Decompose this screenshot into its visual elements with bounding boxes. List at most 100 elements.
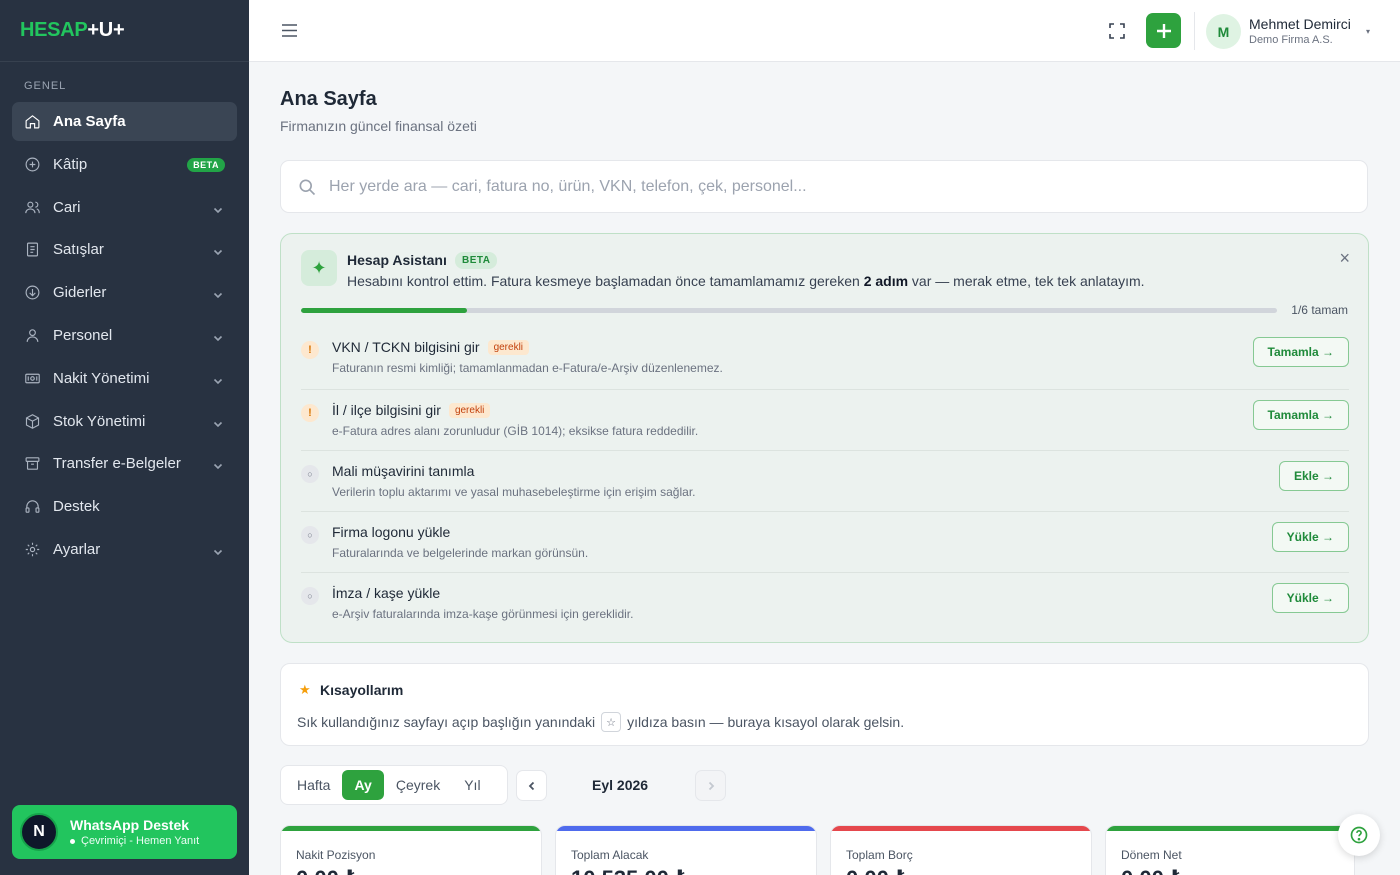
chevron-down-icon [213, 287, 223, 299]
user-company: Demo Firma A.S. [1249, 34, 1333, 46]
archive-icon [24, 455, 41, 472]
task-description: Faturalarında ve belgelerinde markan gör… [332, 546, 589, 560]
sidebar-item-label: Nakit Yönetimi [53, 369, 150, 387]
task-description: e-Fatura adres alanı zorunludur (GİB 101… [332, 424, 699, 438]
shortcuts-description: Sık kullandığınız sayfayı açıp başlığın … [297, 712, 904, 732]
page-subtitle: Firmanızın güncel finansal özeti [280, 118, 477, 134]
sidebar-item-cari[interactable]: Cari [12, 188, 237, 227]
user-menu-caret-icon[interactable]: ▾ [1366, 27, 1370, 36]
user-icon [24, 327, 41, 344]
period-option-yil[interactable]: Yıl [452, 770, 492, 800]
task-description: e-Arşiv faturalarında imza-kaşe görünmes… [332, 607, 634, 621]
task-title-text: İmza / kaşe yükle [332, 585, 441, 601]
pending-circle-icon: ○ [301, 587, 319, 605]
plus-icon [1156, 23, 1171, 38]
required-tag: gerekli [487, 339, 530, 355]
user-name[interactable]: Mehmet Demirci [1249, 16, 1351, 32]
sidebar-item-label: Destek [53, 498, 100, 516]
help-button[interactable] [1338, 814, 1380, 856]
sidebar-item-label: Ana Sayfa [53, 113, 126, 130]
user-avatar[interactable]: M [1206, 14, 1241, 49]
upload-signature-button[interactable]: Yükle → [1271, 583, 1349, 613]
whatsapp-status-text: Çevrimiçi - Hemen Yanıt [81, 835, 200, 847]
headset-icon [24, 498, 41, 515]
current-period-label: Eyl 2026 [592, 777, 649, 793]
warning-icon: ! [301, 404, 319, 422]
task-title-text: İl / ilçe bilgisini gir [332, 402, 441, 418]
document-icon [24, 241, 41, 258]
brand-logo[interactable]: HESAP +U+ [0, 0, 249, 62]
task-title-text: VKN / TCKN bilgisini gir [332, 339, 480, 355]
topbar: M Mehmet Demirci Demo Firma A.S. ▾ [249, 0, 1400, 62]
sidebar-item-personel[interactable]: Personel [12, 316, 237, 355]
sidebar-item-transfer-e-belgeler[interactable]: Transfer e-Belgeler [12, 444, 237, 483]
sidebar-item-destek[interactable]: Destek [12, 487, 237, 526]
arrow-down-circle-icon [24, 284, 41, 301]
quick-add-button[interactable] [1146, 13, 1181, 48]
task-row-il-ilce: ! İl / ilçe bilgisini gir gerekli e-Fatur… [301, 389, 1349, 450]
task-row-vkn: ! VKN / TCKN bilgisini gir gerekli Fatura… [301, 327, 1349, 388]
task-title-text: Mali müşavirini tanımla [332, 463, 475, 479]
menu-toggle-icon[interactable] [281, 23, 298, 38]
stat-label: Toplam Borç [846, 848, 913, 862]
sidebar-item-ayarlar[interactable]: Ayarlar [12, 530, 237, 569]
whatsapp-title: WhatsApp Destek [70, 817, 190, 833]
period-option-hafta[interactable]: Hafta [285, 770, 342, 800]
assistant-desc-before: Hesabını kontrol ettim. Fatura kesmeye b… [347, 273, 864, 289]
setup-progress-fill [301, 308, 467, 313]
whatsapp-avatar: N [20, 813, 58, 851]
stat-card-nakit-pozisyon[interactable]: Nakit Pozisyon 0,00 ₺ [280, 825, 542, 875]
sidebar-item-label: Transfer e-Belgeler [53, 455, 181, 473]
sidebar-item-label: Stok Yönetimi [53, 412, 146, 430]
star-icon: ★ [299, 682, 311, 697]
task-title-text: Firma logonu yükle [332, 524, 451, 540]
period-option-ay[interactable]: Ay [342, 770, 384, 800]
stat-label: Toplam Alacak [571, 848, 649, 862]
stat-label: Nakit Pozisyon [296, 848, 376, 862]
sidebar-item-giderler[interactable]: Giderler [12, 273, 237, 312]
sidebar-item-katip[interactable]: Kâtip BETA [12, 145, 237, 184]
task-title: İl / ilçe bilgisini gir gerekli [332, 402, 491, 418]
previous-period-button[interactable] [516, 770, 547, 801]
sidebar: HESAP +U+ GENEL Ana Sayfa Kâtip BETA Cari… [0, 0, 249, 875]
warning-icon: ! [301, 341, 319, 359]
stat-accent-bar [831, 826, 1091, 831]
users-icon [24, 199, 41, 216]
whatsapp-support-button[interactable]: N WhatsApp Destek Çevrimiçi - Hemen Yanı… [12, 805, 237, 859]
task-title: İmza / kaşe yükle [332, 585, 440, 601]
complete-vkn-button[interactable]: Tamamla → [1252, 337, 1349, 367]
shortcuts-desc-after: yıldıza basın — buraya kısayol olarak ge… [627, 714, 905, 730]
sidebar-nav: Ana Sayfa Kâtip BETA Cari Satışlar Gider… [0, 102, 249, 569]
search-input[interactable] [329, 177, 1329, 196]
sidebar-item-satislar[interactable]: Satışlar [12, 230, 237, 269]
sidebar-item-label: Ayarlar [53, 540, 101, 558]
shortcuts-desc-before: Sık kullandığınız sayfayı açıp başlığın … [297, 714, 596, 730]
setup-progress-text: 1/6 tamam [1291, 303, 1348, 317]
stat-value: 0,00 ₺ [1121, 866, 1185, 875]
global-search [280, 160, 1368, 213]
required-tag: gerekli [448, 402, 491, 418]
period-selector: Hafta Ay Çeyrek Yıl [280, 765, 508, 805]
sidebar-item-stok-yonetimi[interactable]: Stok Yönetimi [12, 402, 237, 441]
box-icon [24, 413, 41, 430]
upload-logo-button[interactable]: Yükle → [1271, 522, 1349, 552]
sidebar-item-label: Giderler [53, 284, 107, 302]
star-outline-icon: ☆ [601, 712, 622, 732]
sidebar-item-ana-sayfa[interactable]: Ana Sayfa [12, 102, 237, 141]
chevron-right-icon [708, 781, 714, 790]
brand-part-1: HESAP [20, 19, 88, 41]
chevron-down-icon [213, 330, 223, 342]
search-icon [299, 179, 316, 195]
sidebar-item-nakit-yonetimi[interactable]: Nakit Yönetimi [12, 359, 237, 398]
period-option-ceyrek[interactable]: Çeyrek [384, 770, 452, 800]
fullscreen-icon[interactable] [1108, 22, 1126, 40]
complete-address-button[interactable]: Tamamla → [1252, 400, 1349, 430]
task-row-imza: ○ İmza / kaşe yükle e-Arşiv faturalarınd… [301, 572, 1349, 633]
stat-card-donem-net[interactable]: Dönem Net 0,00 ₺ [1105, 825, 1355, 875]
close-icon[interactable]: × [1339, 248, 1350, 269]
stat-card-toplam-alacak[interactable]: Toplam Alacak 10.535,00 ₺ [555, 825, 817, 875]
add-accountant-button[interactable]: Ekle → [1278, 461, 1349, 491]
assistant-desc-after: var — merak etme, tek tek anlatayım. [908, 273, 1145, 289]
next-period-button[interactable] [695, 770, 726, 801]
stat-card-toplam-borc[interactable]: Toplam Borç 0,00 ₺ [830, 825, 1092, 875]
